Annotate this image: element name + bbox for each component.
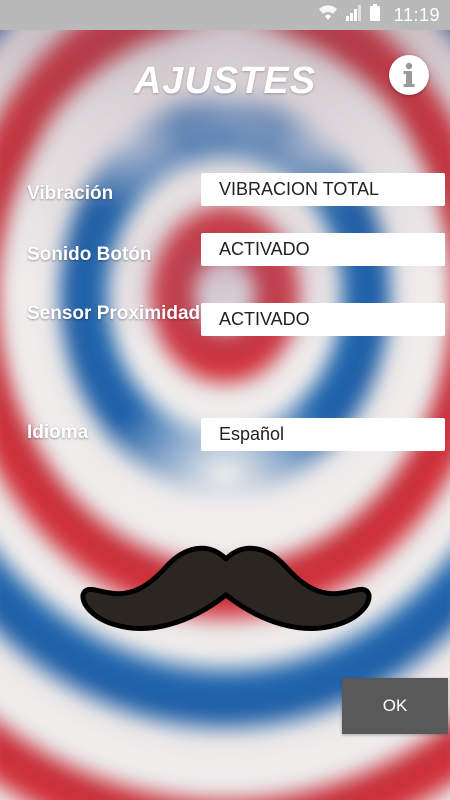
page-title: AJUSTES [133, 60, 317, 102]
status-time: 11:19 [393, 4, 440, 25]
info-button[interactable] [389, 55, 429, 95]
button-sound-select[interactable]: ACTIVADO [201, 233, 445, 266]
language-select[interactable]: Español [201, 418, 445, 451]
vibration-select[interactable]: VIBRACION TOTAL [201, 173, 445, 206]
ok-button[interactable]: OK [342, 678, 448, 734]
settings-screen: 11:19 AJUSTES Vibración VIBRACION TOTAL … [0, 0, 450, 800]
mustache-icon [80, 545, 372, 631]
language-label: Idioma [27, 422, 89, 443]
vibration-label: Vibración [27, 183, 114, 204]
signal-icon [345, 4, 362, 26]
proximity-sensor-label: Sensor Proximidad [27, 303, 201, 324]
battery-icon [369, 4, 380, 26]
proximity-sensor-select[interactable]: ACTIVADO [201, 303, 445, 336]
button-sound-label: Sonido Botón [27, 244, 152, 265]
status-icons: 11:19 [318, 4, 440, 26]
status-bar: 11:19 [0, 0, 450, 30]
wifi-icon [318, 4, 338, 26]
info-icon [390, 56, 428, 94]
